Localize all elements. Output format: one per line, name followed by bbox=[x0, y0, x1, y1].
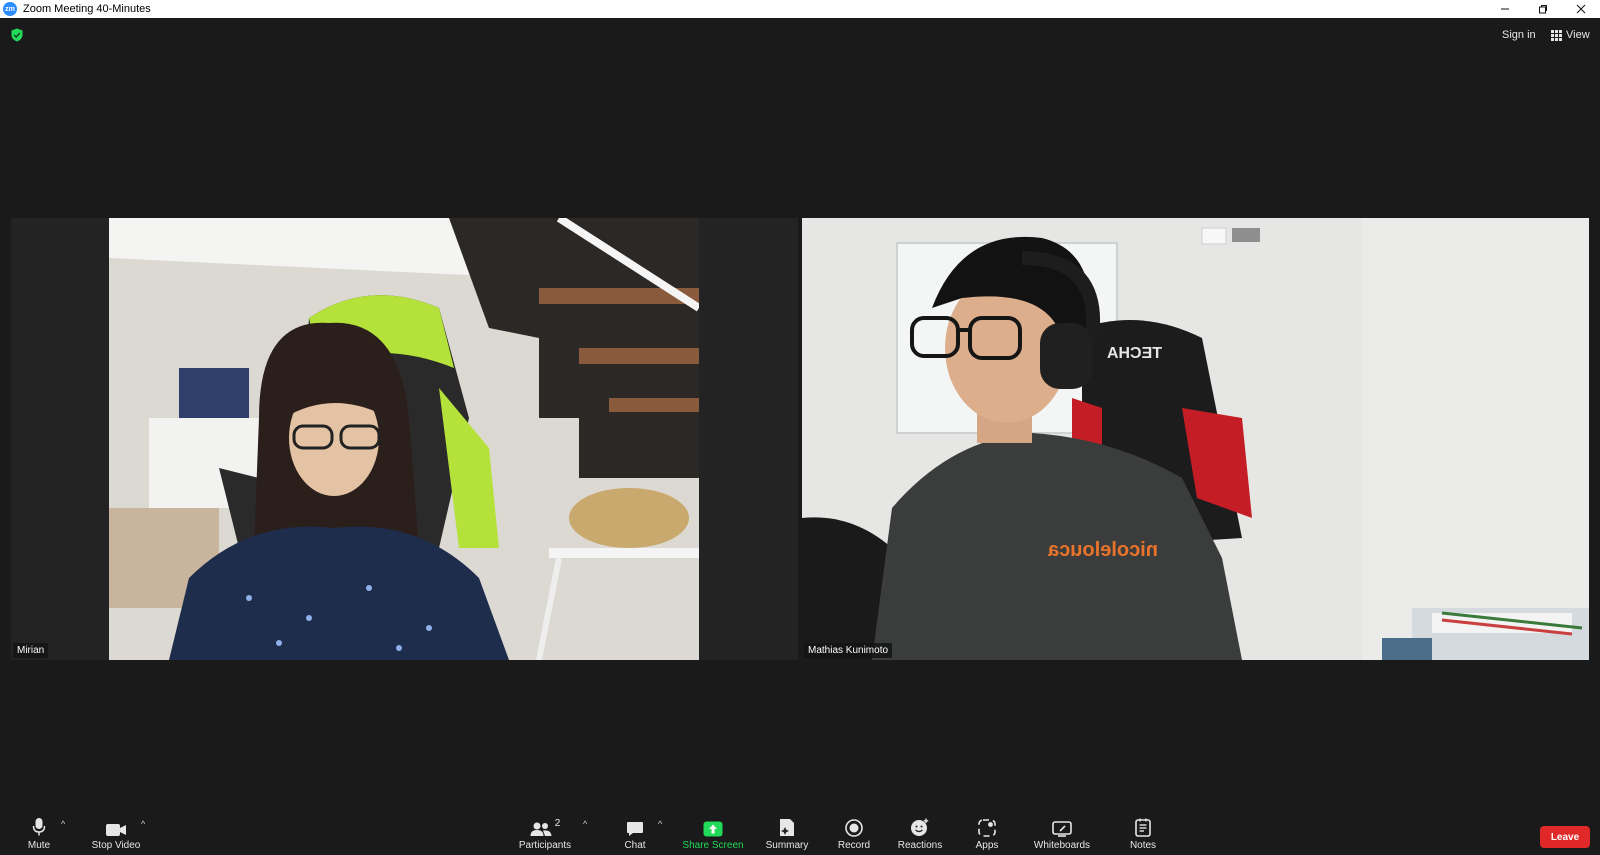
participant-name-label: Mathias Kunimoto bbox=[804, 643, 893, 658]
notes-label: Notes bbox=[1129, 840, 1157, 851]
whiteboards-button[interactable]: Whiteboards bbox=[1031, 815, 1093, 855]
summary-button[interactable]: Summary bbox=[763, 815, 811, 855]
share-screen-button[interactable]: Share Screen bbox=[682, 815, 744, 855]
microphone-icon bbox=[32, 818, 46, 836]
whiteboards-label: Whiteboards bbox=[1033, 840, 1091, 851]
chat-bubble-icon bbox=[627, 822, 643, 836]
participant-name-label: Mirian bbox=[13, 643, 49, 658]
shirt-print-text: nicolelouca bbox=[1047, 539, 1158, 561]
camera-image-mathias: TECHA nicolelouca bbox=[802, 218, 1589, 660]
summary-label: Summary bbox=[765, 840, 809, 851]
minimize-button[interactable] bbox=[1486, 0, 1524, 18]
zoom-app-icon: zm bbox=[3, 2, 17, 16]
view-label: View bbox=[1566, 29, 1590, 41]
video-feed-mirian bbox=[109, 218, 699, 660]
sign-in-button[interactable]: Sign in bbox=[1498, 27, 1540, 43]
meeting-controls-toolbar: Mute ^ Stop Video ^ 2 Participants ^ Cha… bbox=[0, 815, 1600, 855]
participants-button[interactable]: 2 Participants bbox=[515, 815, 575, 855]
share-screen-arrow-icon bbox=[703, 821, 723, 837]
reactions-label: Reactions bbox=[897, 840, 943, 851]
window-controls bbox=[1486, 0, 1600, 18]
view-button[interactable]: View bbox=[1547, 27, 1594, 43]
video-options-chevron-up-icon[interactable]: ^ bbox=[141, 819, 145, 829]
apps-label: Apps bbox=[975, 840, 999, 851]
video-tile-mathias[interactable]: TECHA nicolelouca Mathias Kunimoto bbox=[802, 218, 1589, 660]
audio-options-chevron-up-icon[interactable]: ^ bbox=[61, 819, 65, 829]
participants-icon bbox=[530, 822, 552, 836]
mute-button[interactable]: Mute bbox=[24, 815, 54, 855]
participants-count: 2 bbox=[554, 818, 561, 829]
apps-icon bbox=[978, 819, 996, 837]
video-feed-mathias: TECHA nicolelouca bbox=[802, 218, 1589, 660]
restore-button[interactable] bbox=[1524, 0, 1562, 18]
record-label: Record bbox=[837, 840, 871, 851]
reactions-button[interactable]: Reactions bbox=[895, 815, 945, 855]
mute-label: Mute bbox=[27, 840, 51, 851]
participants-options-chevron-up-icon[interactable]: ^ bbox=[583, 819, 587, 829]
chat-label: Chat bbox=[624, 840, 646, 851]
participants-label: Participants bbox=[518, 840, 572, 851]
record-button[interactable]: Record bbox=[834, 815, 874, 855]
window-titlebar: zm Zoom Meeting 40-Minutes bbox=[0, 0, 1600, 18]
summary-document-icon bbox=[780, 819, 794, 836]
whiteboard-icon bbox=[1052, 821, 1072, 837]
share-screen-label: Share Screen bbox=[682, 840, 744, 851]
notes-icon bbox=[1135, 818, 1151, 837]
chair-brand-text: TECHA bbox=[1106, 345, 1162, 362]
grid-view-icon bbox=[1551, 29, 1562, 41]
video-camera-icon bbox=[106, 824, 126, 836]
chat-options-chevron-up-icon[interactable]: ^ bbox=[658, 819, 662, 829]
camera-image-mirian bbox=[109, 218, 699, 660]
smiley-reaction-icon bbox=[911, 818, 929, 836]
minimize-icon bbox=[1501, 8, 1509, 10]
stop-video-label: Stop Video bbox=[91, 840, 141, 851]
shield-check-icon[interactable] bbox=[10, 28, 24, 42]
video-tile-mirian[interactable]: Mirian bbox=[11, 218, 798, 660]
close-button[interactable] bbox=[1562, 0, 1600, 18]
restore-icon bbox=[1539, 5, 1547, 14]
close-icon bbox=[1576, 4, 1586, 14]
chat-button[interactable]: Chat bbox=[620, 815, 650, 855]
apps-button[interactable]: Apps bbox=[972, 815, 1002, 855]
record-icon bbox=[845, 819, 863, 837]
stop-video-button[interactable]: Stop Video bbox=[88, 815, 144, 855]
leave-button[interactable]: Leave bbox=[1540, 826, 1590, 848]
notes-button[interactable]: Notes bbox=[1128, 815, 1158, 855]
window-title: Zoom Meeting 40-Minutes bbox=[23, 3, 151, 15]
